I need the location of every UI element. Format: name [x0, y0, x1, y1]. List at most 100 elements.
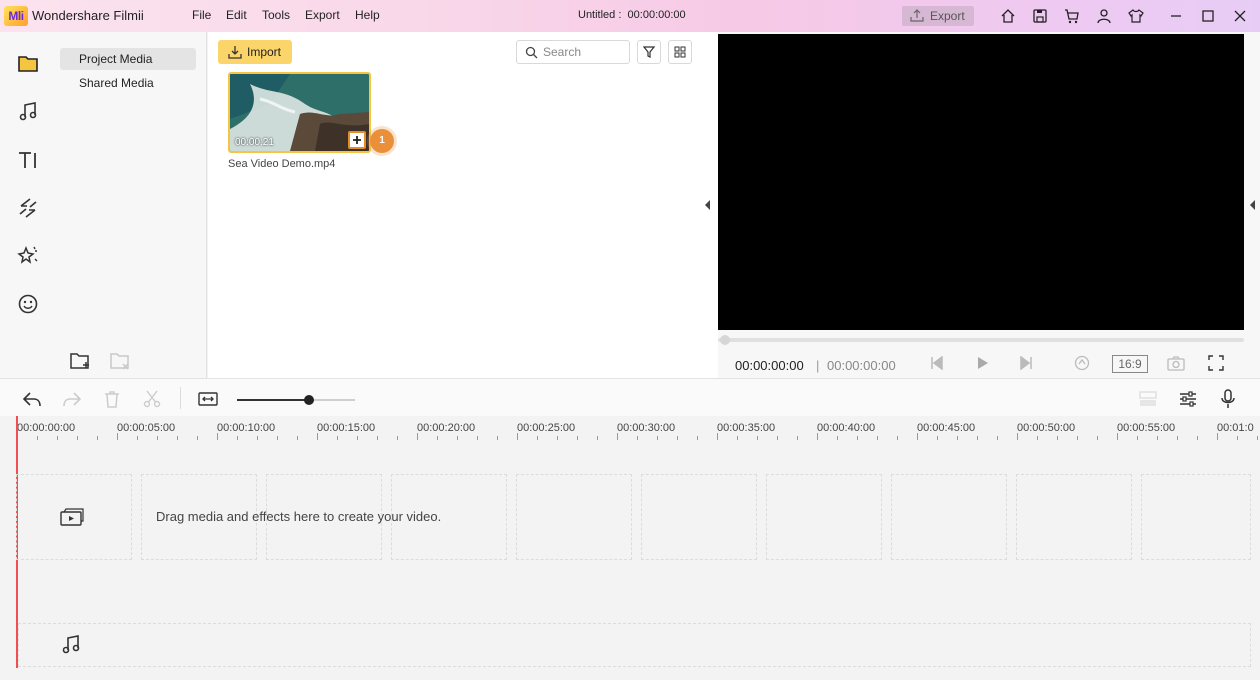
text-icon[interactable]: [16, 148, 40, 172]
download-icon: [228, 46, 242, 59]
ruler-tick: [257, 436, 258, 440]
scrubber-handle[interactable]: [720, 335, 730, 345]
filter-button[interactable]: [637, 40, 661, 64]
left-rail: [0, 32, 56, 378]
app-logo: Mli: [4, 6, 28, 26]
play-icon[interactable]: [976, 356, 990, 370]
ruler-tick: [137, 436, 138, 440]
fullscreen-icon[interactable]: [1208, 355, 1224, 371]
add-to-timeline-button[interactable]: [348, 131, 366, 149]
sticker-icon[interactable]: [16, 292, 40, 316]
preview-panel: 00:00:00:00 | 00:00:00:00 16:9: [718, 32, 1260, 378]
undo-icon[interactable]: [22, 389, 42, 409]
preview-scrubber[interactable]: [718, 338, 1244, 342]
transition-icon[interactable]: [16, 196, 40, 220]
document-title: Untitled : 00:00:00:00: [578, 9, 686, 21]
audio-track[interactable]: [18, 623, 1251, 667]
audio-track-icon: [62, 635, 80, 654]
ruler-label: 00:00:30:00: [617, 422, 676, 434]
menu-file[interactable]: File: [192, 8, 211, 22]
user-icon[interactable]: [1096, 8, 1112, 24]
ruler-tick: [1197, 436, 1198, 440]
ruler-tick: [937, 436, 938, 440]
maximize-icon[interactable]: [1200, 8, 1216, 24]
ruler-tick: [537, 436, 538, 440]
minimize-icon[interactable]: [1168, 8, 1184, 24]
collapse-right-arrow-icon[interactable]: [1250, 200, 1256, 210]
ruler-tick: [517, 433, 518, 440]
render-icon[interactable]: [1074, 355, 1090, 371]
menu-help[interactable]: Help: [355, 8, 380, 22]
app-name: Wondershare Filmii: [32, 8, 144, 23]
previous-frame-icon[interactable]: [930, 356, 944, 370]
shirt-icon[interactable]: [1128, 8, 1144, 24]
marker-icon: [1139, 391, 1157, 406]
ruler-label: 00:00:05:00: [117, 422, 176, 434]
microphone-icon[interactable]: [1218, 389, 1238, 409]
grid-view-button[interactable]: [668, 40, 692, 64]
ruler-tick: [637, 436, 638, 440]
export-button[interactable]: Export: [902, 6, 974, 26]
fit-icon[interactable]: [198, 389, 218, 409]
ruler-tick: [1217, 433, 1218, 440]
ruler-tick: [1077, 436, 1078, 440]
adjust-icon[interactable]: [1178, 389, 1198, 409]
ruler-label: 00:00:20:00: [417, 422, 476, 434]
collapse-left-arrow-icon[interactable]: [705, 200, 711, 210]
video-track-slot: [516, 474, 632, 560]
ruler-tick: [457, 436, 458, 440]
ruler-tick: [617, 433, 618, 440]
ruler-tick: [857, 436, 858, 440]
nav-shared-media[interactable]: Shared Media: [60, 72, 196, 94]
filter-icon: [643, 46, 655, 58]
next-frame-icon[interactable]: [1019, 356, 1033, 370]
ruler-tick: [657, 436, 658, 440]
zoom-slider-handle[interactable]: [304, 395, 314, 405]
menu-edit[interactable]: Edit: [226, 8, 247, 22]
save-icon[interactable]: [1032, 8, 1048, 24]
timeline-toolbar: [0, 378, 1260, 416]
ruler-label: 00:00:45:00: [917, 422, 976, 434]
folder-icon[interactable]: [16, 52, 40, 76]
ruler-label: 00:00:00:00: [17, 422, 76, 434]
timeline[interactable]: 00:00:00:00 00:00:05:00 00:00:10:00 00:00:1…: [0, 416, 1260, 680]
clip-duration: 00:00:21: [235, 137, 274, 148]
ruler-tick: [197, 436, 198, 440]
search-input[interactable]: [543, 44, 627, 60]
nav-project-media[interactable]: Project Media: [60, 48, 196, 70]
menu-tools[interactable]: Tools: [262, 8, 290, 22]
ruler-tick: [997, 436, 998, 440]
upload-icon: [910, 9, 924, 22]
ruler-tick: [677, 436, 678, 440]
ruler-tick: [297, 436, 298, 440]
title-bar: Mli Wondershare Filmii File Edit Tools E…: [0, 0, 1260, 32]
menu-export[interactable]: Export: [305, 8, 340, 22]
ruler-tick: [117, 433, 118, 440]
snapshot-icon[interactable]: [1167, 355, 1185, 371]
ruler-tick: [157, 436, 158, 440]
ruler-tick: [777, 436, 778, 440]
ruler-tick: [437, 436, 438, 440]
effects-icon[interactable]: [16, 244, 40, 268]
home-icon[interactable]: [1000, 8, 1016, 24]
ruler-tick: [177, 436, 178, 440]
cart-icon[interactable]: [1064, 8, 1080, 24]
ruler-tick: [957, 436, 958, 440]
ruler-tick: [417, 433, 418, 440]
ruler-tick: [1057, 436, 1058, 440]
ruler-tick: [897, 436, 898, 440]
video-track-slot: [766, 474, 882, 560]
import-button[interactable]: Import: [218, 40, 292, 64]
close-icon[interactable]: [1232, 8, 1248, 24]
search-icon: [525, 46, 538, 59]
drop-hint: Drag media and effects here to create yo…: [156, 509, 442, 524]
new-folder-icon[interactable]: [69, 350, 91, 372]
plus-icon: [353, 136, 361, 144]
ruler-tick: [797, 436, 798, 440]
music-icon[interactable]: [16, 100, 40, 124]
aspect-ratio-button[interactable]: 16:9: [1112, 355, 1148, 373]
toolbar-divider: [180, 387, 181, 409]
ruler-tick: [737, 436, 738, 440]
ruler-tick: [577, 436, 578, 440]
ruler-tick: [57, 436, 58, 440]
